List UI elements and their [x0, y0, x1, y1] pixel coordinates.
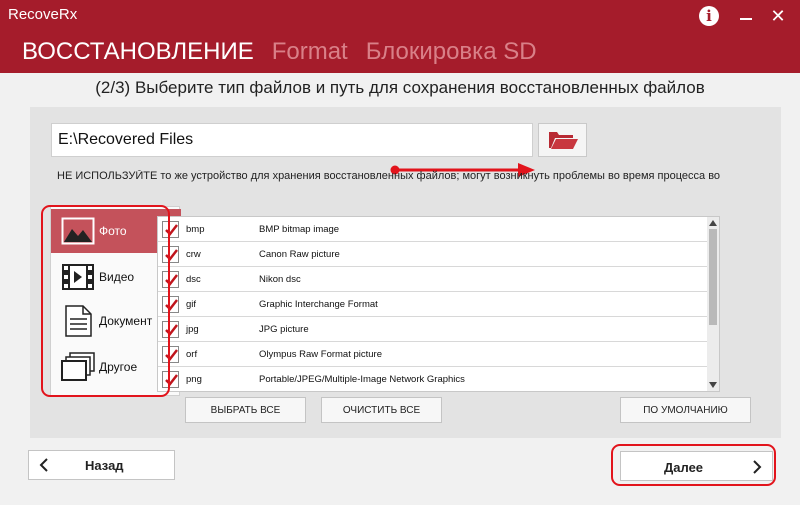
other-icon: [59, 350, 97, 384]
main-nav: ВОССТАНОВЛЕНИЕ Format Блокировка SD: [22, 32, 537, 72]
table-row[interactable]: orf Olympus Raw Format picture: [158, 342, 709, 367]
tab-recovery[interactable]: ВОССТАНОВЛЕНИЕ: [22, 38, 254, 66]
file-type-list: bmp BMP bitmap image crw Canon Raw pictu…: [157, 216, 720, 392]
file-list-scrollbar[interactable]: [707, 217, 719, 391]
app-title: RecoveRx: [8, 6, 78, 23]
file-extension: bmp: [186, 223, 205, 235]
warning-text: НЕ ИСПОЛЬЗУЙТЕ то же устройство для хран…: [57, 170, 721, 182]
title-bar: RecoveRx i ✕: [0, 0, 800, 32]
minimize-icon[interactable]: [732, 4, 760, 28]
tab-sd-lock[interactable]: Блокировка SD: [366, 38, 537, 66]
table-row[interactable]: bmp BMP bitmap image: [158, 217, 709, 242]
file-type-checkbox[interactable]: [162, 370, 179, 388]
file-description: BMP bitmap image: [259, 223, 340, 235]
table-row[interactable]: crw Canon Raw picture: [158, 242, 709, 267]
folder-open-icon: [548, 132, 578, 149]
table-row[interactable]: dsc Nikon dsc: [158, 267, 709, 292]
browse-folder-button[interactable]: [538, 123, 587, 157]
default-button[interactable]: ПО УМОЛЧАНИЮ: [620, 397, 751, 423]
file-description: Canon Raw picture: [259, 248, 340, 260]
file-type-checkbox[interactable]: [162, 220, 179, 238]
file-type-checkbox[interactable]: [162, 320, 179, 338]
file-extension: gif: [186, 298, 197, 310]
file-description: Graphic Interchange Format: [259, 298, 378, 310]
chevron-right-icon: [752, 460, 762, 477]
file-extension: dsc: [186, 273, 201, 285]
table-row[interactable]: gif Graphic Interchange Format: [158, 292, 709, 317]
category-label: Видео: [99, 270, 135, 284]
scroll-thumb[interactable]: [709, 229, 717, 325]
category-label: Документ: [99, 314, 153, 328]
category-label: Другое: [99, 360, 138, 374]
table-row[interactable]: jpg JPG picture: [158, 317, 709, 342]
file-description: Portable/JPEG/Multiple-Image Network Gra…: [259, 373, 465, 385]
tab-format[interactable]: Format: [272, 38, 348, 66]
file-type-checkbox[interactable]: [162, 270, 179, 288]
video-icon: [59, 260, 97, 294]
photo-icon: [59, 214, 97, 248]
scroll-down-icon[interactable]: [709, 382, 717, 388]
file-description: Nikon dsc: [259, 273, 301, 285]
file-type-checkbox[interactable]: [162, 295, 179, 313]
file-type-checkbox[interactable]: [162, 245, 179, 263]
select-all-button[interactable]: ВЫБРАТЬ ВСЕ: [185, 397, 306, 423]
file-extension: png: [186, 373, 202, 385]
chevron-left-icon: [39, 458, 49, 475]
content-panel: (2/3) Выберите тип файлов и путь для сох…: [0, 73, 800, 505]
next-button-label: Далее: [664, 460, 704, 475]
file-description: JPG picture: [259, 323, 309, 335]
file-extension: crw: [186, 248, 201, 260]
scroll-up-icon[interactable]: [709, 220, 717, 226]
file-extension: orf: [186, 348, 198, 360]
close-icon[interactable]: ✕: [764, 4, 792, 28]
file-extension: jpg: [186, 323, 199, 335]
table-row[interactable]: png Portable/JPEG/Multiple-Image Network…: [158, 367, 709, 391]
next-button[interactable]: Далее: [620, 451, 773, 481]
file-description: Olympus Raw Format picture: [259, 348, 383, 360]
back-button[interactable]: Назад: [28, 450, 175, 480]
back-button-label: Назад: [85, 458, 124, 473]
info-icon[interactable]: i: [695, 4, 723, 28]
category-label: Фото: [99, 224, 127, 238]
file-type-checkbox[interactable]: [162, 345, 179, 363]
clear-all-button[interactable]: ОЧИСТИТЬ ВСЕ: [321, 397, 442, 423]
step-title: (2/3) Выберите тип файлов и путь для сох…: [95, 78, 705, 97]
save-path-input[interactable]: [51, 123, 533, 157]
document-icon: [59, 304, 97, 338]
